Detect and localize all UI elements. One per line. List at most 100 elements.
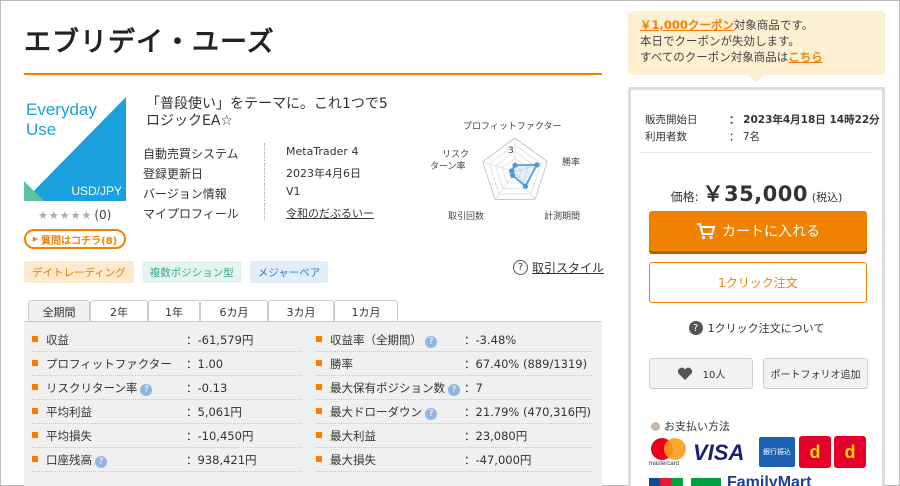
tag-day-trading[interactable]: デイトレーディング	[24, 261, 134, 283]
spec-key: マイプロフィール	[143, 207, 239, 221]
stat-label-text: 最大利益	[330, 429, 376, 443]
stat-value: ：-3.48%	[464, 333, 517, 347]
payment-methods-label: お支払い方法	[664, 420, 730, 433]
spec-row: 登録更新日 2023年4月6日	[143, 163, 403, 183]
heart-icon	[677, 367, 692, 380]
trade-style-label: 取引スタイル	[532, 261, 605, 275]
trade-style-link[interactable]: ? 取引スタイル	[513, 259, 604, 276]
favorite-button[interactable]: 10人	[649, 358, 753, 389]
coupon-line1: ￥1,000クーポン対象商品です。	[640, 17, 873, 33]
help-icon[interactable]: ?	[140, 384, 153, 396]
favorite-count: 10人	[702, 370, 726, 381]
help-icon[interactable]: ?	[425, 408, 437, 420]
stat-row: 収益 ：-61,579円	[32, 328, 302, 352]
stat-label: 最大損失	[330, 452, 376, 468]
thumbnail-name: Everyday Use	[26, 100, 97, 140]
spec-separator	[264, 183, 265, 201]
stat-label: 口座残高?	[46, 452, 107, 468]
stat-row: プロフィットファクター ：1.00	[32, 352, 302, 376]
users-value: ： 7名	[729, 131, 761, 143]
title-divider	[24, 73, 602, 75]
spec-row: マイプロフィール 令和のだぶるいー	[143, 203, 403, 223]
bank-transfer-logo: 銀行振込	[759, 437, 795, 467]
stat-row: 勝率 ：67.40% (889/1319)	[316, 352, 592, 376]
stat-label: 平均損失	[46, 428, 92, 444]
stat-label-text: 最大保有ポジション数	[330, 381, 445, 395]
radar-scale-label: 3	[508, 146, 514, 156]
mastercard-circle-orange	[664, 438, 686, 460]
d-payment-logo: d	[799, 436, 831, 468]
catch-copy: 「普段使い」をテーマに。これ1つで5ロジックEA☆	[146, 96, 388, 129]
bullet-square-icon	[32, 384, 38, 390]
radar-label-risk-return-2: ターン率	[430, 162, 466, 172]
tab-all[interactable]: 全期間	[28, 300, 90, 322]
stat-label-text: 収益率（全期間）	[330, 333, 422, 347]
one-click-help-link[interactable]: ? 1クリック注文について	[631, 320, 882, 336]
question-circle-icon: ?	[513, 260, 528, 275]
tag-multi-position[interactable]: 複数ポジション型	[141, 261, 242, 283]
radar-data-point-profit-factor	[512, 162, 518, 168]
stat-value: ：938,421円	[186, 453, 257, 467]
stat-row: 口座残高? ：938,421円	[32, 448, 302, 472]
coupon-line3: すべてのクーポン対象商品はこちら	[640, 49, 873, 65]
tab-6m[interactable]: 6カ月	[200, 300, 268, 322]
stat-value: ：-47,000円	[464, 453, 532, 467]
stat-label: 最大利益	[330, 428, 376, 444]
rating-stars-icon: ★★★★★	[38, 209, 93, 222]
profile-link[interactable]: 令和のだぶるいー	[286, 205, 374, 221]
thumbnail-currency-pair: USD/JPY	[71, 184, 122, 198]
radar-data-point-trades	[510, 172, 516, 178]
visa-logo: VISA	[693, 440, 745, 465]
coupon-line2: 本日でクーポンが失効します。	[640, 34, 800, 48]
stats-panel: 収益 ：-61,579円 プロフィットファクター ：1.00 リスクリターン率? ：-0.…	[24, 321, 602, 486]
tab-3m[interactable]: 3カ月	[268, 300, 334, 322]
add-portfolio-button[interactable]: ポートフォリオ追加	[763, 358, 868, 389]
radar-data-point-period	[522, 183, 528, 189]
sales-start-value: ： 2023年4月18日 14時22分	[729, 114, 880, 126]
bullet-square-icon	[316, 336, 322, 342]
coupon-line1-text: 対象商品です。	[733, 18, 814, 32]
radar-data-point-win-rate	[534, 162, 540, 168]
bullet-square-icon	[32, 432, 38, 438]
period-tabs: 全期間 2年 1年 6カ月 3カ月 1カ月	[28, 300, 398, 322]
coupon-line3-text: すべてのクーポン対象商品は	[640, 50, 789, 64]
stat-label: 勝率	[330, 356, 353, 372]
spec-separator	[264, 163, 265, 181]
help-icon[interactable]: ?	[448, 384, 460, 396]
one-click-order-button[interactable]: 1クリック注文	[649, 262, 867, 303]
rating-count: (0)	[94, 208, 112, 222]
spec-row: 自動売買システム MetaTrader 4	[143, 143, 403, 163]
one-click-help-label: 1クリック注文について	[707, 322, 825, 335]
spec-separator	[264, 203, 265, 221]
product-thumbnail[interactable]: Everyday Use USD/JPY	[24, 97, 126, 201]
stat-row: 最大利益 ：23,080円	[316, 424, 592, 448]
tab-1m[interactable]: 1カ月	[334, 300, 398, 322]
stat-value: ：5,061円	[186, 405, 242, 419]
stat-value: ：21.79% (470,316円)	[464, 405, 592, 419]
question-button[interactable]: ▶ 質問はコチラ(8)	[24, 229, 126, 249]
stat-row: 最大損失 ：-47,000円	[316, 448, 592, 472]
stat-value: ：23,080円	[464, 429, 528, 443]
spec-key: バージョン情報	[143, 187, 227, 201]
stat-row: 最大保有ポジション数? ：7	[316, 376, 592, 400]
tag-list: デイトレーディング 複数ポジション型 メジャーペア	[24, 261, 329, 283]
mastercard-logo: mastercard	[649, 438, 689, 470]
price: 価格: ￥35,000 (税込)	[631, 178, 882, 208]
stat-label: 平均利益	[46, 404, 92, 420]
help-icon[interactable]: ?	[425, 336, 437, 348]
tab-2y[interactable]: 2年	[90, 300, 148, 322]
tag-major-pair[interactable]: メジャーペア	[249, 261, 329, 283]
coupon-here-link[interactable]: こちら	[788, 50, 823, 64]
coupon-banner: ￥1,000クーポン対象商品です。 本日でクーポンが失効します。 すべてのクーポ…	[628, 11, 885, 83]
help-icon[interactable]: ?	[95, 456, 107, 468]
meta-divider	[641, 152, 872, 153]
stat-value: ：-61,579円	[186, 333, 254, 347]
tab-1y[interactable]: 1年	[148, 300, 200, 322]
stat-row: 平均利益 ：5,061円	[32, 400, 302, 424]
sales-start-label: 販売開始日	[645, 114, 698, 126]
coupon-highlight-link[interactable]: ￥1,000クーポン	[640, 18, 734, 32]
stat-label: 最大ドローダウン?	[330, 404, 437, 420]
mastercard-text: mastercard	[649, 461, 680, 467]
payment-methods-title: お支払い方法	[651, 418, 730, 434]
add-to-cart-button[interactable]: カートに入れる	[649, 211, 867, 251]
